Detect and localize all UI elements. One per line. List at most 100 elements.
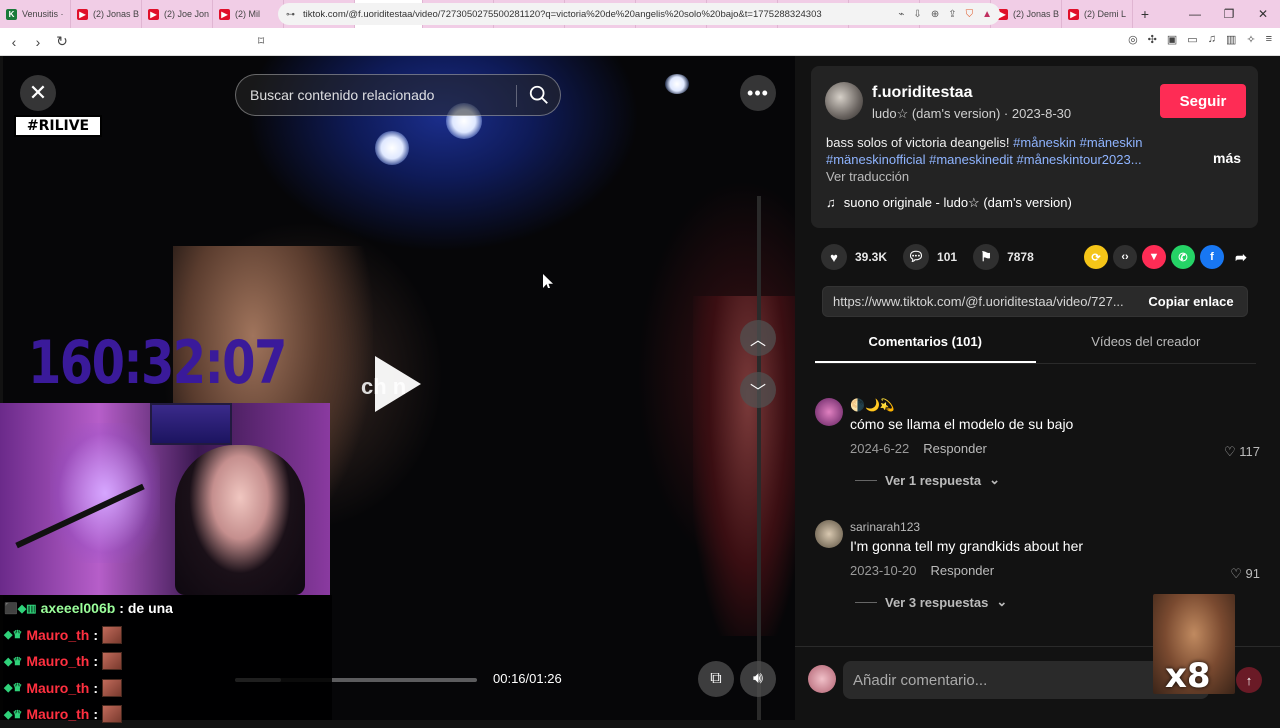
whatsapp-icon[interactable]: ✆: [1171, 245, 1195, 269]
bookmark-icon[interactable]: ⌑: [258, 34, 264, 48]
comment-button[interactable]: 💬︎ 101: [903, 244, 957, 270]
stage-light: [665, 74, 689, 94]
rilive-watermark: #RILIVE: [14, 115, 102, 137]
arrow-up-icon: ↑: [1245, 672, 1253, 688]
view-replies-button[interactable]: Ver 3 respuestas ⌄: [855, 594, 1007, 610]
tab-title: (2) Mil: [235, 9, 260, 19]
share-arrow-icon[interactable]: ➦: [1229, 245, 1253, 269]
author-avatar[interactable]: [825, 82, 863, 120]
forward-icon[interactable]: ›: [28, 34, 48, 50]
meme-counter: x8: [1165, 656, 1211, 696]
comment-like-button[interactable]: ♡ 117: [1224, 444, 1260, 460]
author-username[interactable]: f.uoriditestaa: [872, 84, 972, 102]
translate-link[interactable]: Ver traducción: [826, 169, 909, 184]
tab-comments[interactable]: Comentarios (101): [815, 334, 1036, 363]
back-icon[interactable]: ‹: [4, 34, 24, 50]
tab-title: (2) Joe Jon: [164, 9, 210, 19]
comment-date: 2023-10-20: [850, 563, 917, 578]
copy-link-button[interactable]: Copiar enlace: [1135, 286, 1247, 317]
commenter-name[interactable]: 🌗🌙💫: [850, 398, 895, 412]
chat-badges: ◆♛: [4, 629, 23, 642]
shield-icon[interactable]: ⛉: [966, 9, 974, 20]
extension-icons: ◎ ✣ ▣ ▭ ♫ ▥ ✧ ≡: [1128, 33, 1272, 46]
url-actions: ⌁ ⇩ ⊕ ⇪ ⛉ ▲: [898, 9, 992, 20]
view-replies-button[interactable]: Ver 1 respuesta ⌄: [855, 472, 1000, 488]
comment-like-button[interactable]: ♡ 91: [1230, 566, 1260, 582]
reload-icon[interactable]: ↻: [52, 33, 72, 50]
music-icon[interactable]: ♫: [1208, 33, 1216, 46]
chat-message: ◆♛ Mauro_th:: [0, 648, 332, 675]
chat-badges: ◆♛: [4, 708, 23, 721]
commenter-avatar[interactable]: [815, 520, 843, 548]
comment-text: cómo se llama el modelo de su bajo: [850, 416, 1074, 432]
send-comment-button[interactable]: ↑: [1236, 667, 1262, 693]
embed-icon[interactable]: ‹›: [1113, 245, 1137, 269]
restore-icon[interactable]: ❐: [1212, 7, 1246, 21]
url-field[interactable]: ⊶ tiktok.com/@f.uoriditestaa/video/72730…: [278, 3, 1000, 25]
wallet-icon[interactable]: ▭: [1187, 33, 1197, 46]
previous-video-button[interactable]: ︿: [740, 320, 776, 356]
see-more-button[interactable]: más: [1213, 150, 1241, 166]
like-button[interactable]: ♥ 39.3K: [821, 244, 887, 270]
chat-emote: [102, 625, 122, 644]
next-video-button[interactable]: ﹀: [740, 372, 776, 408]
like-count: 39.3K: [855, 250, 888, 264]
reply-button[interactable]: Responder: [923, 441, 987, 456]
close-window-icon[interactable]: ✕: [1246, 7, 1280, 21]
more-options-button[interactable]: •••: [740, 75, 776, 111]
menu-icon[interactable]: ≡: [1266, 33, 1272, 46]
rewards-icon[interactable]: ▲: [982, 9, 992, 20]
site-info-icon[interactable]: ⊶: [286, 9, 295, 20]
pip-icon: ⧉: [710, 670, 722, 687]
extension-icon[interactable]: ◎: [1128, 33, 1138, 46]
chat-badges: ◆♛: [4, 655, 23, 668]
picture-in-picture-button[interactable]: ⧉: [698, 661, 734, 697]
minimize-icon[interactable]: —: [1178, 7, 1212, 21]
translate-icon[interactable]: ⌁: [898, 9, 904, 20]
browser-tab[interactable]: K Venusitis ·: [0, 0, 71, 28]
browser-tab[interactable]: ▶ (2) Jonas B: [991, 0, 1062, 28]
new-tab-button[interactable]: +: [1133, 6, 1157, 22]
commenter-avatar[interactable]: [815, 398, 843, 426]
volume-button[interactable]: 🔊︎: [740, 661, 776, 697]
tab-favicon-icon: ▶: [148, 8, 159, 20]
share-icon[interactable]: ⇪: [948, 9, 956, 20]
sound-link[interactable]: ♫ suono originale - ludo☆ (dam's version): [826, 195, 1072, 211]
send-icon[interactable]: ▼: [1142, 245, 1166, 269]
speaker-icon: 🔊︎: [752, 670, 764, 687]
follow-button[interactable]: Seguir: [1160, 84, 1246, 118]
chat-text: :: [93, 679, 98, 696]
related-search-input[interactable]: Buscar contenido relacionado: [235, 74, 561, 116]
search-icon[interactable]: [528, 84, 550, 106]
chat-message: ◆♛ Mauro_th:: [0, 701, 332, 728]
close-video-button[interactable]: ✕: [20, 75, 56, 111]
reply-button[interactable]: Responder: [931, 563, 995, 578]
browser-tab[interactable]: ▶ (2) Mil: [213, 0, 284, 28]
bookmark-icon: ⚑: [973, 244, 1000, 270]
tab-title: Venusitis ·: [22, 9, 64, 19]
browser-tab[interactable]: ▶ (2) Demi L: [1062, 0, 1133, 28]
facebook-icon[interactable]: f: [1200, 245, 1224, 269]
download-icon[interactable]: ⇩: [913, 9, 921, 20]
zoom-icon[interactable]: ⊕: [931, 9, 939, 20]
tab-favicon-icon: K: [6, 8, 17, 20]
save-count: 7878: [1007, 250, 1034, 264]
repost-icon[interactable]: ⟳: [1084, 245, 1108, 269]
tab-creator-videos[interactable]: Vídeos del creador: [1036, 334, 1257, 363]
chat-message: ⬛◆▥ axeeel006b: de una: [0, 595, 332, 622]
tiktok-page: 160:32:07 ch n ✕ #RILIVE Buscar contenid…: [0, 56, 1280, 724]
comment-count: 101: [937, 250, 958, 264]
heart-outline-icon: ♡: [1230, 566, 1242, 581]
sidebar-icon[interactable]: ▥: [1226, 33, 1236, 46]
stream-chat: ⬛◆▥ axeeel006b: de una ◆♛ Mauro_th: ◆♛ Mauro_…: [0, 595, 332, 724]
share-link[interactable]: https://www.tiktok.com/@f.uoriditestaa/v…: [823, 294, 1135, 309]
save-button[interactable]: ⚑ 7878: [973, 244, 1034, 270]
puzzle-icon[interactable]: ✣: [1148, 33, 1157, 46]
commenter-name[interactable]: sarinarah123: [850, 520, 920, 534]
window-controls: — ❐ ✕: [1178, 0, 1280, 28]
tab-favicon-icon: ▶: [219, 8, 230, 20]
browser-tab[interactable]: ▶ (2) Jonas B: [71, 0, 142, 28]
tab-icon[interactable]: ▣: [1167, 33, 1177, 46]
sparkle-icon[interactable]: ✧: [1246, 33, 1255, 46]
browser-tab[interactable]: ▶ (2) Joe Jon: [142, 0, 213, 28]
